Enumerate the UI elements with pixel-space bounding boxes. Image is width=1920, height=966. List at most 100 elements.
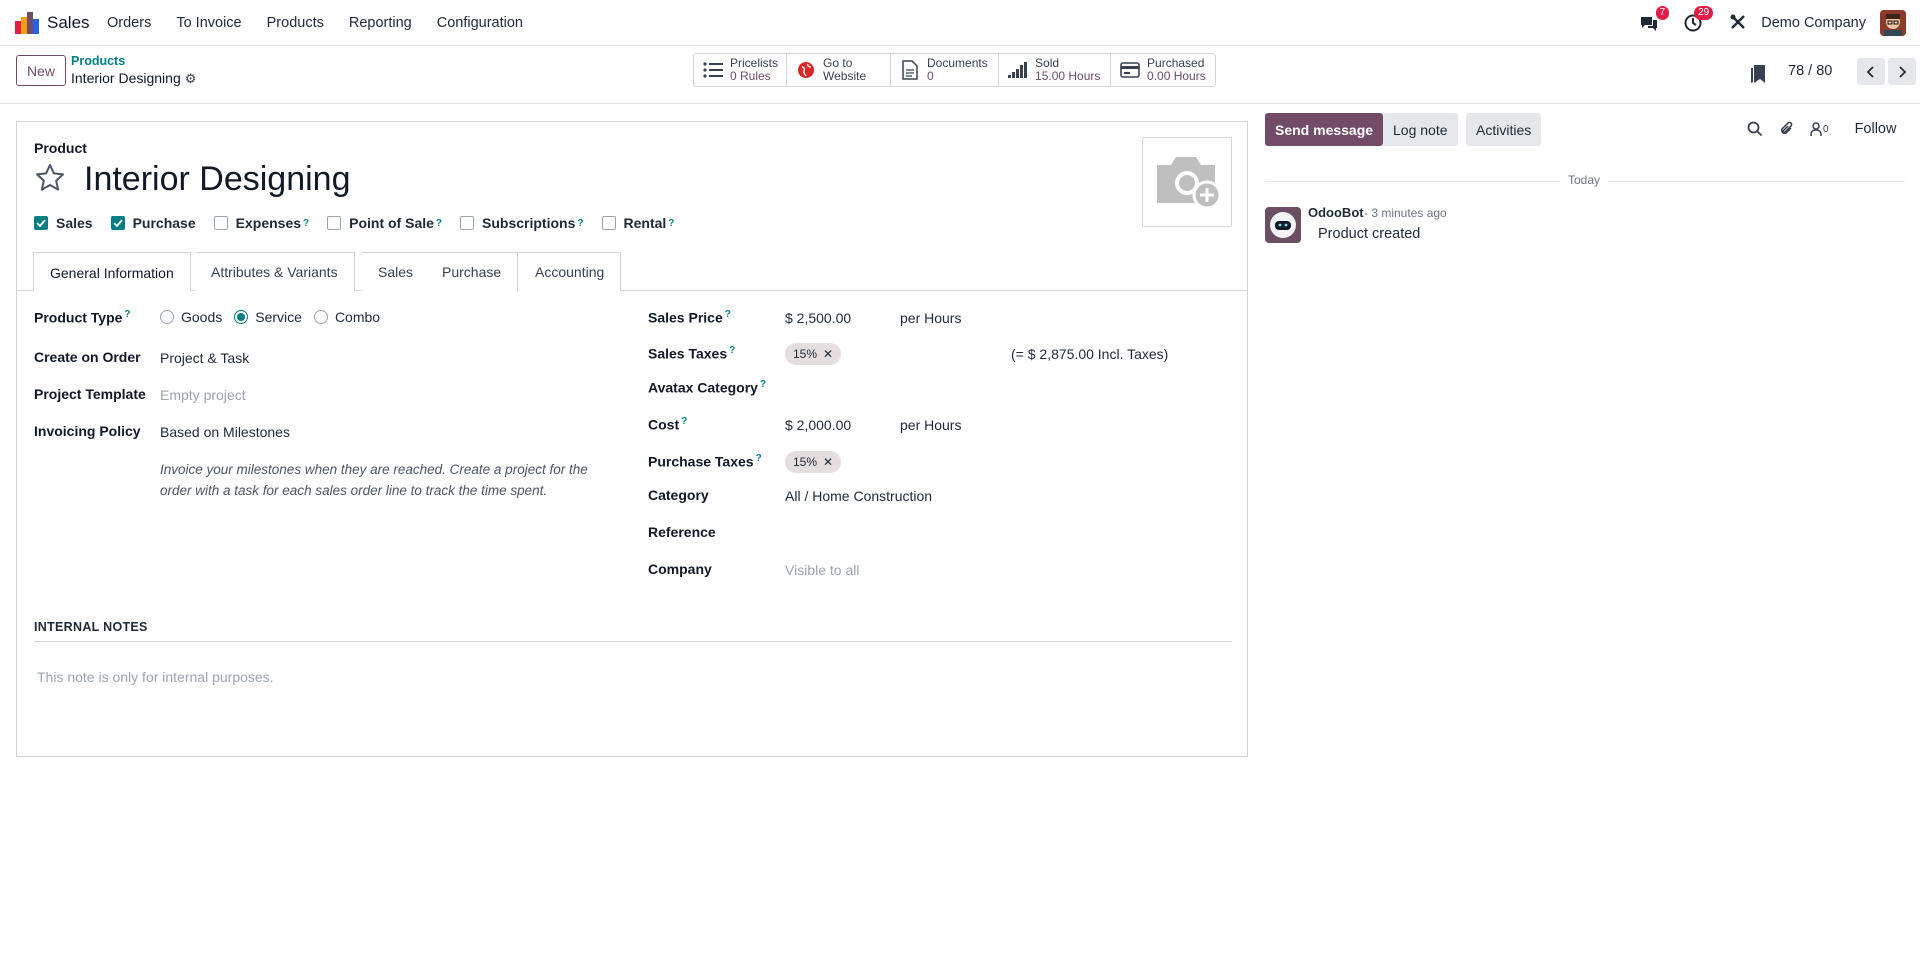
tab-general-information[interactable]: General Information [33, 252, 191, 292]
checkbox-sales-box[interactable] [34, 216, 48, 230]
followers-icon[interactable] [1809, 121, 1823, 137]
radio-service-circle[interactable] [234, 310, 249, 324]
project-template-field[interactable]: Empty project [160, 387, 246, 403]
help-icon[interactable]: ? [577, 218, 583, 229]
category-field[interactable]: All / Home Construction [785, 488, 932, 504]
cost-label-text: Cost [648, 416, 680, 433]
debug-tools-icon[interactable] [1729, 13, 1749, 33]
help-icon[interactable]: ? [760, 379, 766, 390]
activities-clock-icon[interactable]: 29 [1683, 6, 1714, 33]
radio-combo[interactable]: Combo [313, 309, 380, 325]
menu-products[interactable]: Products [267, 15, 324, 31]
checkbox-expenses-box[interactable] [213, 216, 228, 230]
invoicing-policy-field[interactable]: Based on Milestones [160, 424, 290, 440]
help-icon[interactable]: ? [756, 453, 762, 464]
website-label: Website [823, 69, 867, 83]
menu-configuration[interactable]: Configuration [437, 15, 523, 31]
radio-service-label: Service [255, 309, 302, 325]
follow-button[interactable]: Follow [1855, 121, 1897, 137]
create-on-order-label: Create on Order [34, 349, 141, 365]
purchased-button[interactable]: Purchased 0.00 Hours [1111, 54, 1215, 86]
avatax-category-label: Avatax Category? [648, 379, 766, 396]
activities-button[interactable]: Activities [1466, 113, 1542, 146]
checkbox-rental-box[interactable] [601, 216, 616, 230]
help-icon[interactable]: ? [681, 416, 687, 427]
tab-sales[interactable]: Sales [362, 252, 431, 291]
sales-price-field[interactable]: $ 2,500.00 [785, 310, 851, 326]
odoobot-avatar[interactable] [1265, 207, 1301, 243]
paperclip-icon[interactable] [1779, 121, 1795, 137]
menu-reporting[interactable]: Reporting [349, 15, 412, 31]
camera-add-icon [1157, 157, 1222, 210]
purchased-value: 0.00 Hours [1147, 69, 1206, 83]
breadcrumb-products[interactable]: Products [71, 54, 125, 68]
radio-goods[interactable]: Goods [160, 309, 222, 325]
checkbox-subscriptions[interactable]: Subscriptions? [460, 215, 584, 231]
checkbox-expenses[interactable]: Expenses? [213, 215, 309, 231]
checkbox-rental-label: Rental [623, 215, 667, 231]
app-name[interactable]: Sales [47, 13, 90, 33]
checkbox-pos-label: Point of Sale [349, 215, 434, 231]
credit-card-icon [1119, 59, 1141, 81]
search-icon[interactable] [1747, 121, 1763, 137]
go-to-website-button[interactable]: Go to Website [787, 54, 892, 86]
tab-attributes-variants[interactable]: Attributes & Variants [195, 252, 355, 291]
invoicing-policy-label: Invoicing Policy [34, 423, 141, 439]
pager-next-button[interactable] [1888, 58, 1916, 85]
pager-previous-button[interactable] [1857, 58, 1885, 85]
sold-button[interactable]: Sold 15.00 Hours [999, 54, 1112, 86]
checkbox-purchase-box[interactable] [110, 216, 125, 230]
pricelists-value: 0 Rules [730, 69, 771, 83]
tab-purchase[interactable]: Purchase [426, 252, 519, 291]
favorite-star-icon[interactable] [34, 162, 66, 194]
pricelists-button[interactable]: Pricelists 0 Rules [694, 54, 788, 86]
sales-tax-tag[interactable]: 15% ✕ [785, 343, 842, 365]
checkbox-subscriptions-box[interactable] [460, 216, 475, 230]
help-icon[interactable]: ? [436, 218, 442, 229]
followers-count: 0 [1823, 123, 1829, 135]
checkbox-purchase[interactable]: Purchase [110, 215, 196, 231]
help-icon[interactable]: ? [124, 309, 130, 320]
company-field[interactable]: Visible to all [785, 562, 859, 578]
menu-to-invoice[interactable]: To Invoice [176, 15, 241, 31]
menu-orders[interactable]: Orders [107, 15, 151, 31]
company-switcher[interactable]: Demo Company [1761, 15, 1866, 31]
message-author[interactable]: OdooBot [1308, 205, 1364, 220]
internal-notes-editor[interactable]: This note is only for internal purposes. [37, 669, 274, 685]
user-avatar[interactable] [1880, 10, 1906, 36]
messages-icon[interactable]: 7 [1639, 6, 1670, 33]
checkbox-rental[interactable]: Rental? [601, 215, 674, 231]
product-image-upload[interactable] [1142, 137, 1232, 227]
product-type-label: Product Type? [34, 309, 131, 326]
send-message-button[interactable]: Send message [1265, 113, 1384, 146]
documents-button[interactable]: Documents 0 [891, 54, 1000, 86]
checkbox-pos-box[interactable] [327, 216, 342, 230]
date-divider-label: Today [1560, 173, 1609, 187]
remove-tag-icon[interactable]: ✕ [823, 455, 833, 469]
product-name-field[interactable]: Interior Designing [84, 160, 350, 199]
help-icon[interactable]: ? [729, 345, 735, 356]
help-icon[interactable]: ? [725, 309, 731, 320]
radio-service[interactable]: Service [234, 309, 302, 325]
sales-app-icon[interactable] [15, 12, 39, 34]
help-icon[interactable]: ? [668, 218, 674, 229]
radio-combo-circle[interactable] [313, 310, 328, 324]
company-label: Company [648, 561, 712, 577]
bookmarks-icon[interactable] [1750, 64, 1766, 84]
cost-field[interactable]: $ 2,000.00 [785, 417, 851, 433]
log-note-button[interactable]: Log note [1383, 113, 1458, 146]
help-icon[interactable]: ? [303, 218, 309, 229]
gear-icon[interactable]: ⚙ [185, 71, 197, 87]
checkbox-point-of-sale[interactable]: Point of Sale? [327, 215, 442, 231]
checkbox-sales[interactable]: Sales [34, 215, 93, 231]
purchase-tax-tag[interactable]: 15% ✕ [785, 451, 842, 473]
pager-value[interactable]: 78 / 80 [1788, 63, 1832, 79]
new-button[interactable]: New [16, 55, 66, 86]
product-type-radio: Goods Service Combo [160, 309, 392, 325]
product-type-label-text: Product Type [34, 309, 123, 326]
radio-goods-circle[interactable] [160, 310, 174, 324]
reference-field[interactable] [785, 524, 1225, 542]
create-on-order-field[interactable]: Project & Task [160, 350, 249, 366]
remove-tag-icon[interactable]: ✕ [823, 347, 833, 361]
tab-accounting[interactable]: Accounting [519, 252, 622, 291]
